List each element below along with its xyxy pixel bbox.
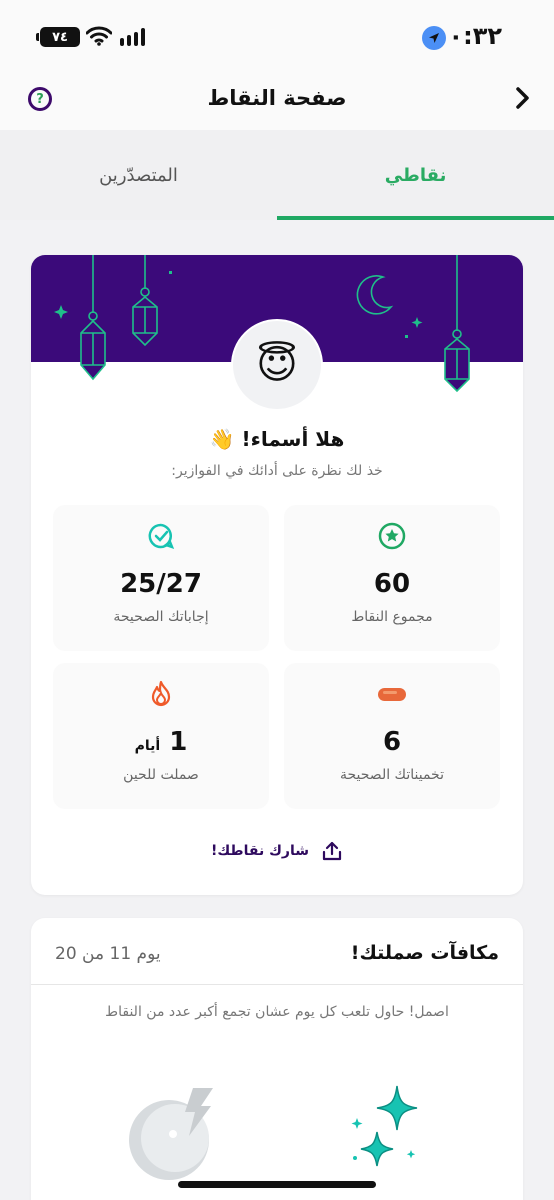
stat-streak: 1 أيام صملت للحين: [53, 663, 269, 809]
stat-label: مجموع النقاط: [351, 609, 433, 625]
share-button[interactable]: شارك نقاطك!: [31, 840, 523, 862]
home-indicator[interactable]: [178, 1181, 376, 1188]
points-card: 😇 هلا أسماء! 👋 خذ لك نظرة على أدائك في ا…: [31, 255, 523, 895]
battery-tip: [36, 33, 39, 41]
moon-bolt-icon: [129, 1088, 213, 1180]
signal-bars-icon: [120, 28, 145, 46]
tab-leaderboard[interactable]: المتصدّرين: [0, 130, 277, 220]
flame-icon: [151, 680, 171, 707]
rewards-title: مكافآت صملتك!: [350, 942, 499, 964]
share-icon: [322, 841, 342, 861]
greeting-text: هلا أسماء! 👋: [209, 427, 345, 451]
stat-unit: أيام: [134, 738, 161, 754]
wifi-icon: [85, 26, 113, 50]
stat-label: إجاباتك الصحيحة: [113, 609, 209, 625]
active-tab-indicator: [277, 216, 554, 220]
page-title: صفحة النقاط: [207, 86, 347, 110]
divider: [31, 984, 523, 985]
date-fruit-icon: [378, 688, 406, 701]
stat-value: 1 أيام: [53, 727, 269, 757]
tab-my-points[interactable]: نقاطي: [277, 130, 554, 220]
status-bar: ١٠:٣٢ ٧٤: [0, 0, 554, 72]
chat-check-icon: [148, 523, 175, 550]
share-label: شارك نقاطك!: [211, 843, 309, 859]
avatar: 😇: [231, 319, 323, 411]
stat-correct-guesses: 6 تخميناتك الصحيحة: [284, 663, 500, 809]
greeting-subtitle: خذ لك نظرة على أدائك في الفوازير:: [171, 463, 383, 479]
stat-value-number: 1: [169, 727, 188, 757]
location-arrow-icon: [422, 26, 446, 50]
star-circle-icon: [378, 522, 406, 550]
question-circle-icon: ?: [36, 91, 44, 107]
stat-value: 25/27: [120, 569, 202, 599]
help-button[interactable]: ?: [28, 87, 52, 111]
stat-label: صملت للحين: [123, 767, 199, 783]
rewards-description: اصمل! حاول تلعب كل يوم عشان تجمع أكبر عد…: [105, 1004, 449, 1020]
sparkles-icon: [351, 1085, 418, 1167]
header: صفحة النقاط ?: [0, 72, 554, 130]
stat-total-points: 60 مجموع النقاط: [284, 505, 500, 651]
battery-indicator: ٧٤: [40, 27, 80, 47]
stat-label: تخميناتك الصحيحة: [340, 767, 444, 783]
tab-bar: نقاطي المتصدّرين: [0, 130, 554, 220]
stat-value: 60: [373, 569, 411, 599]
stat-correct-answers: 25/27 إجاباتك الصحيحة: [53, 505, 269, 651]
stat-value: 6: [382, 727, 402, 757]
rewards-card: مكافآت صملتك! يوم 11 من 20 اصمل! حاول تل…: [31, 918, 523, 1200]
rewards-day-progress: يوم 11 من 20: [55, 944, 161, 964]
